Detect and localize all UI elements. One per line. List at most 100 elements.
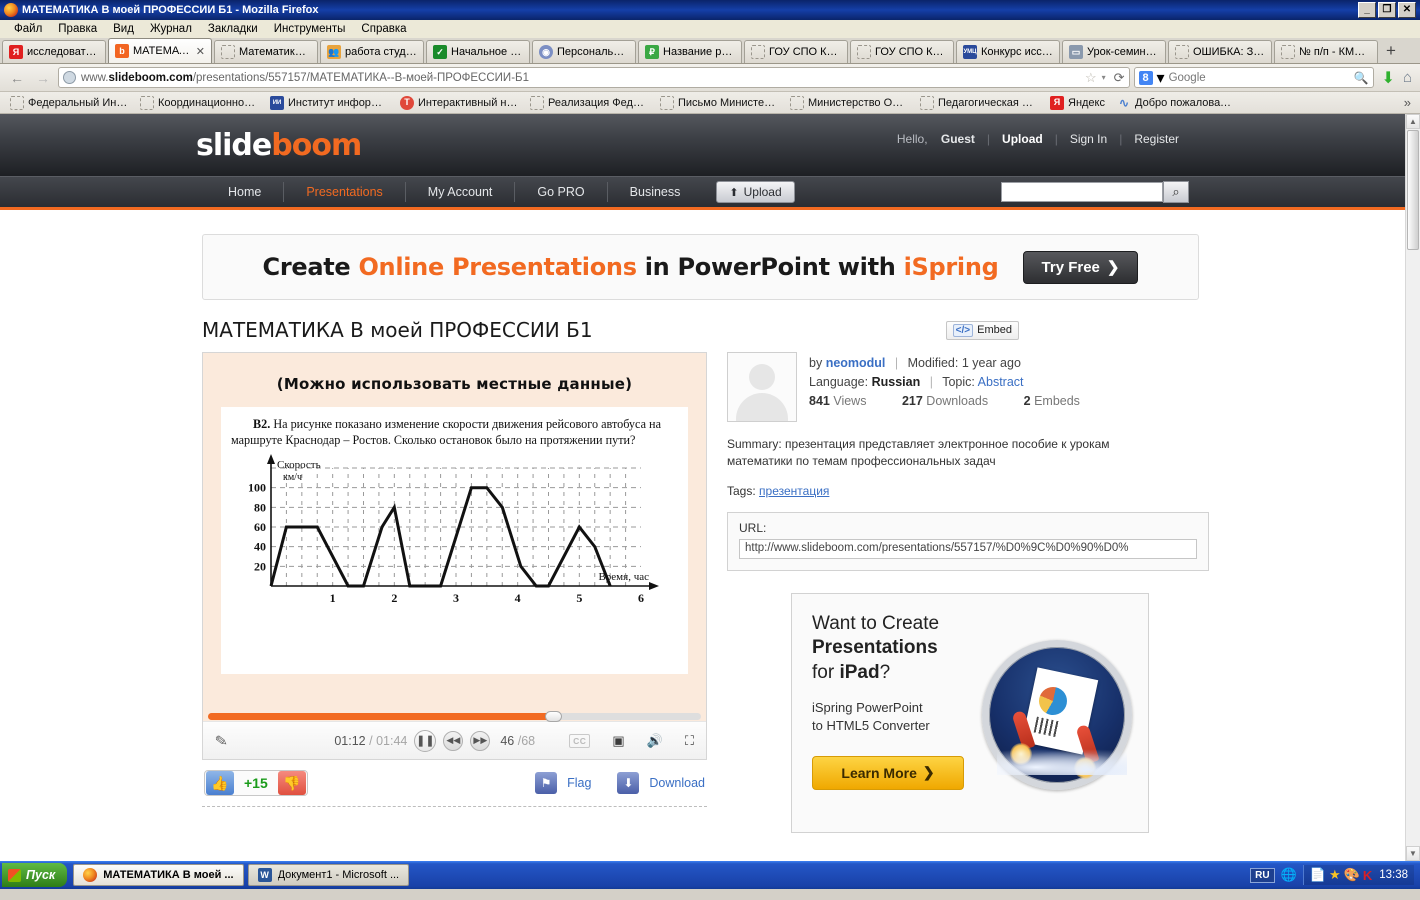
menu-tools[interactable]: Инструменты bbox=[266, 22, 354, 36]
browser-tab[interactable]: № п/п - КМО-... bbox=[1274, 40, 1378, 63]
flag-label[interactable]: Flag bbox=[567, 776, 591, 790]
url-input[interactable]: http://www.slideboom.com/presentations/5… bbox=[739, 539, 1197, 560]
browser-tab[interactable]: Математика в... bbox=[214, 40, 318, 63]
scrollbar-track[interactable] bbox=[1406, 251, 1420, 846]
language-indicator[interactable]: RU bbox=[1250, 867, 1275, 883]
taskbar-item-firefox[interactable]: МАТЕМАТИКА В моей ... bbox=[73, 864, 244, 886]
bookmarks-overflow-button[interactable]: » bbox=[1404, 95, 1415, 110]
nav-item-my-account[interactable]: My Account bbox=[406, 182, 516, 202]
topic-link[interactable]: Abstract bbox=[978, 375, 1024, 389]
kaspersky-icon[interactable]: K bbox=[1363, 868, 1372, 883]
pause-button[interactable]: ❚❚ bbox=[414, 729, 437, 752]
minimize-button[interactable]: _ bbox=[1358, 2, 1376, 18]
document-icon[interactable]: 📄 bbox=[1310, 867, 1326, 883]
star-icon[interactable]: ★ bbox=[1329, 867, 1341, 883]
browser-tab[interactable]: ▭ Урок-семинар... bbox=[1062, 40, 1166, 63]
page-scrollbar[interactable]: ▲ ▼ bbox=[1405, 114, 1420, 861]
bookmark-item[interactable]: T Интерактивный нау... bbox=[395, 95, 523, 111]
forward-button[interactable]: → bbox=[32, 67, 54, 89]
scroll-down-button[interactable]: ▼ bbox=[1406, 846, 1420, 861]
bookmark-item[interactable]: ∿ Добро пожаловать ... bbox=[1112, 95, 1240, 111]
paint-icon[interactable]: 🎨 bbox=[1344, 867, 1360, 883]
nav-item-presentations[interactable]: Presentations bbox=[284, 182, 406, 202]
browser-tab[interactable]: ✓ Начальное и ... bbox=[426, 40, 530, 63]
new-tab-button[interactable]: + bbox=[1380, 41, 1402, 63]
thumb-down-icon[interactable]: 👎 bbox=[277, 771, 306, 795]
browser-tab[interactable]: ГОУ СПО КОЛ... bbox=[850, 40, 954, 63]
tag-link[interactable]: презентация bbox=[759, 484, 829, 498]
menu-file[interactable]: Файл bbox=[6, 22, 50, 36]
address-bar[interactable]: www.slideboom.com/presentations/557157/М… bbox=[58, 67, 1130, 88]
download-icon[interactable]: ⬇ bbox=[617, 772, 640, 794]
closed-captions-button[interactable]: CC bbox=[569, 733, 591, 748]
player-progress[interactable] bbox=[203, 711, 706, 722]
scroll-up-button[interactable]: ▲ bbox=[1406, 114, 1420, 129]
ipad-ad[interactable]: Want to Create Presentations for iPad? i… bbox=[791, 593, 1149, 834]
progress-thumb[interactable] bbox=[545, 711, 563, 722]
close-icon[interactable]: ✕ bbox=[196, 45, 205, 58]
progress-track[interactable] bbox=[208, 711, 701, 722]
browser-tab[interactable]: 👥 работа студе... bbox=[320, 40, 424, 63]
layout-icon[interactable]: ▣ bbox=[612, 733, 624, 749]
menu-view[interactable]: Вид bbox=[105, 22, 142, 36]
nav-item-business[interactable]: Business bbox=[608, 182, 703, 202]
pencil-icon[interactable]: ✎ bbox=[214, 731, 229, 751]
taskbar-item-word[interactable]: W Документ1 - Microsoft ... bbox=[247, 864, 410, 886]
search-input[interactable] bbox=[1001, 182, 1163, 202]
bookmark-star-icon[interactable]: ☆ bbox=[1085, 70, 1097, 86]
try-free-button[interactable]: Try Free ❯ bbox=[1022, 250, 1139, 284]
back-button[interactable]: ← bbox=[6, 67, 28, 89]
bookmark-item[interactable]: Федеральный Инсти... bbox=[5, 95, 133, 111]
learn-more-button[interactable]: Learn More ❯ bbox=[812, 755, 964, 790]
browser-tab[interactable]: ₽ Название раз... bbox=[638, 40, 742, 63]
bookmark-item[interactable]: Педагогическая наг... bbox=[915, 95, 1043, 111]
downloads-icon[interactable]: ⬇ bbox=[1378, 68, 1399, 88]
browser-tab[interactable]: ГОУ СПО КОЛ... bbox=[744, 40, 848, 63]
menu-edit[interactable]: Правка bbox=[50, 22, 105, 36]
bookmark-item[interactable]: ИИИнститут информац... bbox=[265, 95, 393, 111]
thumb-up-icon[interactable]: 👍 bbox=[206, 771, 234, 795]
nav-item-home[interactable]: Home bbox=[206, 182, 285, 202]
browser-tab[interactable]: ◉ Персональны... bbox=[532, 40, 636, 63]
browser-tab-active[interactable]: b МАТЕМАТИ... ✕ bbox=[108, 38, 212, 63]
author-link[interactable]: neomodul bbox=[826, 356, 886, 370]
slide-player[interactable]: (Можно использовать местные данные) В2. … bbox=[202, 352, 707, 760]
menu-help[interactable]: Справка bbox=[353, 22, 414, 36]
browser-tab[interactable]: УМЦ Конкурс иссл... bbox=[956, 40, 1060, 63]
embed-button[interactable]: </> Embed bbox=[945, 320, 1019, 340]
header-register-link[interactable]: Register bbox=[1124, 132, 1189, 146]
chevron-down-icon[interactable]: ▾ bbox=[1102, 73, 1106, 82]
upload-button[interactable]: ⬆ Upload bbox=[716, 181, 795, 203]
flag-icon[interactable]: ⚑ bbox=[535, 772, 558, 794]
bookmark-item[interactable]: Реализация Федера... bbox=[525, 95, 653, 111]
bookmark-item[interactable]: Письмо Министерств... bbox=[655, 95, 783, 111]
browser-tab[interactable]: Я исследовател... bbox=[2, 40, 106, 63]
nav-item-go-pro[interactable]: Go PRO bbox=[515, 182, 608, 202]
reload-icon[interactable]: ⟳ bbox=[1111, 70, 1125, 86]
scrollbar-thumb[interactable] bbox=[1407, 130, 1419, 250]
close-button[interactable]: ✕ bbox=[1398, 2, 1416, 18]
search-icon[interactable]: 🔍 bbox=[1354, 71, 1369, 85]
menu-history[interactable]: Журнал bbox=[142, 22, 200, 36]
fullscreen-icon[interactable]: ⛶ bbox=[685, 733, 694, 749]
header-signin-link[interactable]: Sign In bbox=[1060, 132, 1117, 146]
download-label[interactable]: Download bbox=[649, 776, 705, 790]
ie-icon[interactable]: 🌐 bbox=[1281, 867, 1297, 883]
home-icon[interactable]: ⌂ bbox=[1403, 69, 1414, 86]
next-slide-button[interactable]: ▶▶ bbox=[470, 730, 491, 751]
header-upload-link[interactable]: Upload bbox=[992, 132, 1053, 146]
maximize-button[interactable]: ❐ bbox=[1378, 2, 1396, 18]
volume-icon[interactable]: 🔊 bbox=[647, 733, 663, 749]
slideboom-logo[interactable]: slideboom bbox=[196, 128, 362, 163]
start-button[interactable]: Пуск bbox=[2, 863, 68, 887]
bookmark-item[interactable]: Министерство Обра... bbox=[785, 95, 913, 111]
slide-canvas[interactable]: (Можно использовать местные данные) В2. … bbox=[203, 353, 706, 711]
google-icon[interactable]: 8 bbox=[1138, 70, 1153, 85]
chevron-down-icon[interactable]: ▾ bbox=[1157, 68, 1165, 88]
bookmark-item[interactable]: Я Яндекс bbox=[1045, 95, 1110, 111]
previous-slide-button[interactable]: ◀◀ bbox=[443, 730, 464, 751]
browser-search-box[interactable]: 8 ▾ Google 🔍 bbox=[1133, 67, 1374, 88]
browser-tab[interactable]: ОШИБКА: Зап... bbox=[1168, 40, 1272, 63]
menu-bookmarks[interactable]: Закладки bbox=[200, 22, 266, 36]
clock[interactable]: 13:38 bbox=[1375, 869, 1408, 881]
